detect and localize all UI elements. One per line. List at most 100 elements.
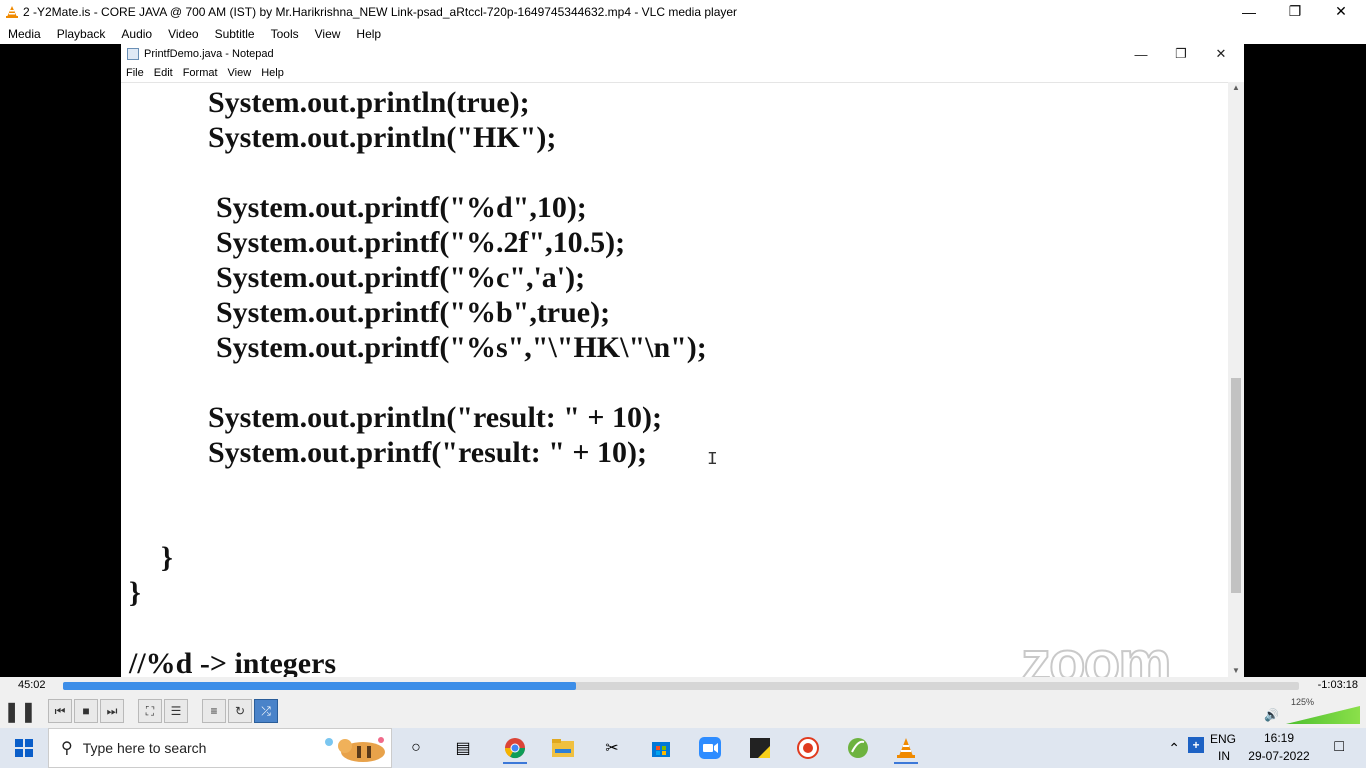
notepad-menu-format: Format: [182, 67, 218, 79]
search-icon: ⚲: [61, 740, 73, 757]
store-icon[interactable]: [641, 732, 681, 764]
menu-media[interactable]: Media: [0, 27, 49, 41]
vlc-cone-icon: [6, 5, 18, 18]
fullscreen-icon: ⛶: [145, 703, 155, 718]
extended-settings-button[interactable]: ☰: [164, 699, 188, 723]
close-button[interactable]: ✕: [1318, 0, 1364, 23]
pause-icon: ❚❚: [3, 700, 37, 723]
menu-help[interactable]: Help: [348, 27, 389, 41]
taskbar-search-box[interactable]: ⚲ Type here to search: [48, 728, 392, 768]
search-placeholder: Type here to search: [82, 740, 207, 756]
shuffle-button[interactable]: ⤮: [254, 699, 278, 723]
notifications-icon[interactable]: □: [1334, 738, 1344, 756]
code-line: }: [129, 576, 141, 609]
task-view-icon[interactable]: ▤: [443, 732, 483, 764]
scroll-up-icon: ▲: [1232, 83, 1240, 92]
code-line: System.out.printf("result: " + 10);: [208, 436, 647, 469]
scrollbar-thumb: [1231, 378, 1241, 593]
menu-view[interactable]: View: [307, 27, 349, 41]
next-icon: ⏭: [106, 703, 118, 718]
plus-app-icon[interactable]: +: [1188, 737, 1204, 753]
loop-button[interactable]: ↻: [228, 699, 252, 723]
pause-button[interactable]: ❚❚: [3, 697, 37, 725]
code-line: //%d -> integers: [129, 647, 337, 677]
elapsed-time: 45:02: [18, 679, 46, 691]
zoom-watermark: zoom: [1020, 628, 1173, 677]
notepad-title-bar: PrintfDemo.java - Notepad — ❐ ✕: [121, 44, 1244, 64]
show-hidden-icons-icon[interactable]: ⌃: [1168, 740, 1180, 757]
language-code[interactable]: ENG: [1210, 732, 1236, 746]
restore-icon: ❐: [1288, 3, 1302, 19]
clock-time[interactable]: 16:19: [1244, 731, 1314, 745]
code-line: System.out.println(true);: [208, 86, 530, 119]
file-explorer-icon[interactable]: [543, 732, 583, 764]
code-line: System.out.println("result: " + 10);: [208, 401, 662, 434]
code-line: }: [161, 541, 173, 574]
vlc-menu-bar: Media Playback Audio Video Subtitle Tool…: [0, 23, 1366, 44]
playlist-icon: ≡: [210, 704, 218, 718]
speaker-icon[interactable]: 🔊: [1264, 708, 1279, 722]
menu-video[interactable]: Video: [160, 27, 206, 41]
stop-button[interactable]: ■: [74, 699, 98, 723]
notepad-title: PrintfDemo.java - Notepad: [144, 48, 274, 60]
vlc-window-title: 2 -Y2Mate.is - CORE JAVA @ 700 AM (IST) …: [23, 4, 738, 19]
windows-logo-icon: [15, 739, 33, 757]
taskbar: ⚲ Type here to search ○ ▤ ✂ ⌃ + ENG IN 1…: [0, 728, 1366, 768]
search-highlight-icon: [325, 737, 385, 762]
code-line: System.out.printf("%.2f",10.5);: [216, 226, 626, 259]
notepad-minimize-icon: —: [1134, 46, 1148, 62]
loop-icon: ↻: [234, 704, 246, 718]
code-line: System.out.printf("%c",'a');: [216, 261, 586, 294]
screen-recorder-icon[interactable]: [788, 732, 828, 764]
notepad-menu-file: File: [126, 67, 144, 79]
close-icon: ✕: [1335, 3, 1347, 19]
code-line: System.out.printf("%s","\"HK\"\n");: [216, 331, 707, 364]
minimize-icon: —: [1242, 3, 1256, 20]
seek-bar-row: 45:02 -1:03:18: [0, 677, 1366, 694]
chrome-icon[interactable]: [495, 732, 535, 764]
menu-tools[interactable]: Tools: [263, 27, 307, 41]
seek-progress: [63, 682, 576, 690]
remaining-time[interactable]: -1:03:18: [1318, 679, 1358, 691]
menu-subtitle[interactable]: Subtitle: [207, 27, 263, 41]
previous-icon: ⏮: [54, 703, 66, 718]
volume-slider[interactable]: [1286, 706, 1360, 724]
notepad-text-area: System.out.println(true); System.out.pri…: [121, 82, 1228, 677]
sticky-notes-icon[interactable]: [740, 732, 780, 764]
notepad-scrollbar: ▲ ▼: [1228, 82, 1244, 677]
playlist-button[interactable]: ≡: [202, 699, 226, 723]
stop-icon: ■: [82, 704, 90, 718]
video-area[interactable]: PrintfDemo.java - Notepad — ❐ ✕ File Edi…: [0, 44, 1366, 677]
text-cursor-icon: I: [707, 450, 718, 470]
playback-controls: ❚❚ ⏮ ■ ⏭ ⛶ ☰ ≡ ↻ ⤮ 🔊 125%: [0, 694, 1366, 728]
notepad-menu-bar: File Edit Format View Help: [121, 64, 1244, 82]
notepad-menu-edit: Edit: [153, 67, 173, 79]
restore-button[interactable]: ❐: [1272, 0, 1318, 23]
zoom-app-icon[interactable]: [690, 732, 730, 764]
code-line: System.out.println("HK");: [208, 121, 557, 154]
seek-slider[interactable]: [63, 682, 1299, 690]
notepad-window: PrintfDemo.java - Notepad — ❐ ✕ File Edi…: [121, 44, 1244, 677]
menu-audio[interactable]: Audio: [113, 27, 160, 41]
vlc-title-bar: 2 -Y2Mate.is - CORE JAVA @ 700 AM (IST) …: [0, 0, 1366, 23]
region-code[interactable]: IN: [1218, 749, 1230, 763]
vlc-taskbar-icon[interactable]: [886, 732, 926, 764]
scroll-down-icon: ▼: [1232, 666, 1240, 675]
start-button[interactable]: [0, 728, 48, 768]
snipping-tool-icon[interactable]: ✂: [592, 732, 632, 764]
notepad-close-icon: ✕: [1215, 46, 1227, 61]
spring-tool-icon[interactable]: [838, 732, 878, 764]
fullscreen-button[interactable]: ⛶: [138, 699, 162, 723]
notepad-menu-view: View: [227, 67, 252, 79]
code-line: System.out.printf("%d",10);: [216, 191, 587, 224]
minimize-button[interactable]: —: [1226, 0, 1272, 23]
notepad-icon: [127, 48, 139, 60]
sliders-icon: ☰: [170, 704, 182, 718]
notepad-restore-icon: ❐: [1175, 46, 1187, 61]
previous-button[interactable]: ⏮: [48, 699, 72, 723]
code-line: System.out.printf("%b",true);: [216, 296, 611, 329]
clock-date[interactable]: 29-07-2022: [1244, 749, 1314, 763]
next-button[interactable]: ⏭: [100, 699, 124, 723]
menu-playback[interactable]: Playback: [49, 27, 114, 41]
cortana-icon[interactable]: ○: [396, 732, 436, 764]
